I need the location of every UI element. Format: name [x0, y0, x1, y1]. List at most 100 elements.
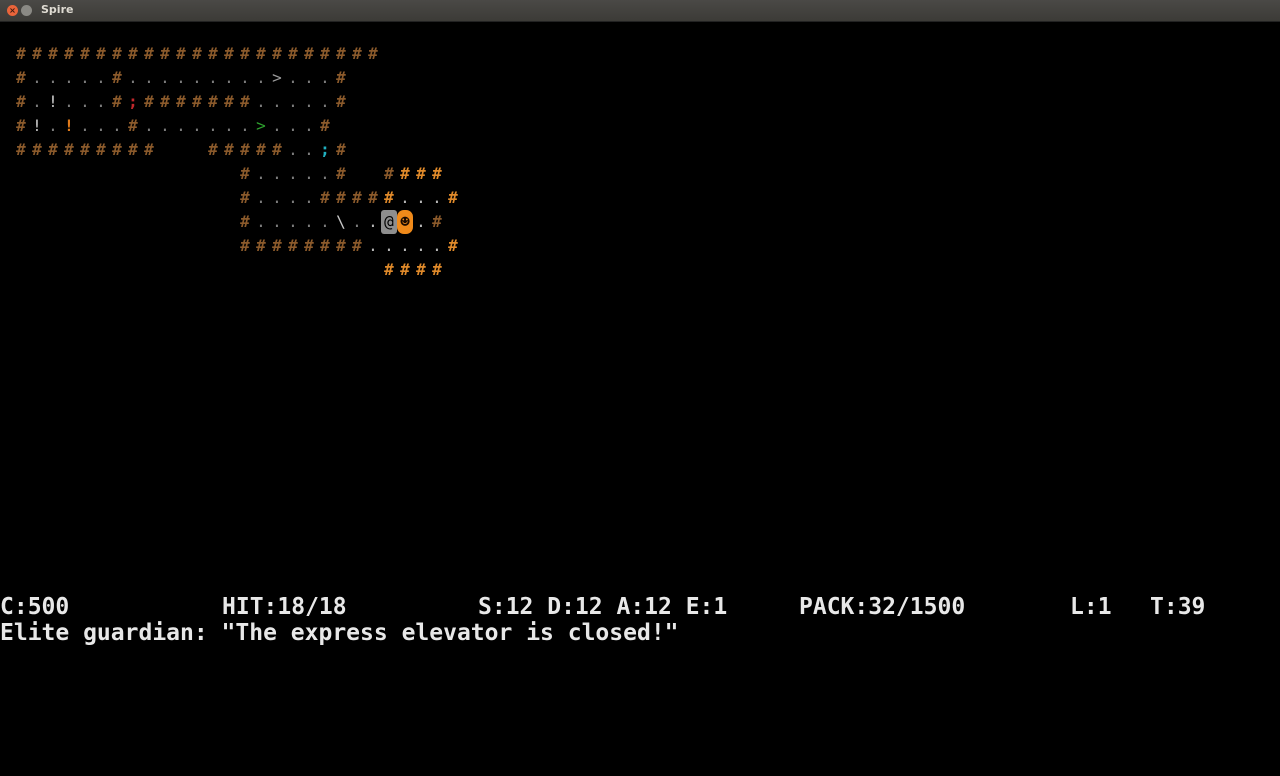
empty-tile	[445, 162, 461, 186]
level-readout: L:1	[1070, 594, 1112, 620]
empty-tile	[125, 258, 141, 282]
empty-tile	[45, 234, 61, 258]
empty-tile	[461, 90, 477, 114]
empty-tile	[189, 186, 205, 210]
floor-tile: .	[400, 188, 410, 207]
floor-tile: .	[80, 92, 90, 111]
wall-tile: #	[224, 44, 234, 63]
floor-tile: .	[256, 164, 266, 183]
empty-tile	[29, 210, 45, 234]
map-row: #.... # # # # #... #	[13, 186, 477, 210]
wall-tile: #	[384, 188, 394, 207]
wall-tile: #	[416, 164, 426, 183]
empty-tile	[77, 258, 93, 282]
empty-tile	[253, 258, 269, 282]
item-icon: ;	[128, 92, 138, 111]
floor-tile: .	[96, 92, 106, 111]
wall-tile: #	[336, 164, 346, 183]
empty-tile	[461, 234, 477, 258]
map-grid: # # # # # # # # # # # # # # # # # # # # # # # #..... #.........…	[13, 42, 477, 282]
floor-tile: .	[320, 212, 330, 231]
wall-tile: #	[144, 44, 154, 63]
empty-tile	[173, 162, 189, 186]
floor-tile: .	[80, 68, 90, 87]
empty-tile	[109, 186, 125, 210]
empty-tile	[445, 138, 461, 162]
wall-tile: #	[400, 164, 410, 183]
wall-tile: #	[288, 236, 298, 255]
floor-tile: .	[288, 212, 298, 231]
floor-tile: .	[32, 92, 42, 111]
floor-tile: .	[416, 212, 426, 231]
wall-tile: #	[224, 92, 234, 111]
floor-tile: .	[32, 68, 42, 87]
potion-icon: !	[32, 116, 42, 135]
wall-tile: #	[64, 44, 74, 63]
empty-tile	[397, 138, 413, 162]
wall-tile: #	[448, 236, 458, 255]
map-row: #.!... #; # # # # # # #..... #	[13, 90, 477, 114]
wall-tile: #	[400, 260, 410, 279]
wall-tile: #	[32, 44, 42, 63]
status-bar: C:500 HIT:18/18 S:12 D:12 A:12 E:1 PACK:…	[0, 594, 1280, 620]
floor-tile: .	[368, 236, 378, 255]
floor-tile: .	[304, 140, 314, 159]
empty-tile	[285, 258, 301, 282]
empty-tile	[349, 114, 365, 138]
player-icon: @	[381, 210, 397, 234]
floor-tile: .	[304, 116, 314, 135]
floor-tile: .	[48, 68, 58, 87]
empty-tile	[141, 234, 157, 258]
floor-tile: .	[192, 116, 202, 135]
floor-tile: .	[304, 212, 314, 231]
floor-tile: .	[128, 68, 138, 87]
minimize-window-button[interactable]	[21, 5, 32, 16]
wall-tile: #	[336, 92, 346, 111]
empty-tile	[157, 234, 173, 258]
empty-tile	[365, 258, 381, 282]
wall-tile: #	[240, 188, 250, 207]
wall-tile: #	[112, 140, 122, 159]
empty-tile	[77, 210, 93, 234]
empty-tile	[189, 234, 205, 258]
window-titlebar: × Spire	[0, 0, 1280, 22]
wall-tile: #	[208, 44, 218, 63]
wall-tile: #	[128, 116, 138, 135]
empty-tile	[205, 258, 221, 282]
empty-tile	[13, 234, 29, 258]
floor-tile: .	[96, 116, 106, 135]
empty-tile	[125, 186, 141, 210]
empty-tile	[205, 234, 221, 258]
floor-tile: .	[160, 68, 170, 87]
map-row: #!.!... #....... >... #	[13, 114, 477, 138]
wall-tile: #	[240, 236, 250, 255]
empty-tile	[61, 186, 77, 210]
stairs-down-icon: >	[256, 116, 266, 135]
close-window-button[interactable]: ×	[7, 5, 18, 16]
empty-tile	[93, 186, 109, 210]
wall-tile: #	[336, 68, 346, 87]
floor-tile: .	[256, 188, 266, 207]
wall-tile: #	[320, 44, 330, 63]
floor-tile: .	[272, 164, 282, 183]
empty-tile	[397, 90, 413, 114]
floor-tile: .	[176, 68, 186, 87]
wall-tile: #	[272, 44, 282, 63]
empty-tile	[173, 234, 189, 258]
empty-tile	[13, 258, 29, 282]
weapon-icon: \	[336, 212, 346, 231]
map-row: #..... #......... >... #	[13, 66, 477, 90]
empty-tile	[461, 186, 477, 210]
floor-tile: .	[112, 116, 122, 135]
wall-tile: #	[80, 44, 90, 63]
floor-tile: .	[272, 188, 282, 207]
empty-tile	[157, 186, 173, 210]
wall-tile: #	[16, 116, 26, 135]
empty-tile	[45, 258, 61, 282]
empty-tile	[221, 258, 237, 282]
wall-tile: #	[336, 236, 346, 255]
floor-tile: .	[288, 116, 298, 135]
empty-tile	[221, 210, 237, 234]
wall-tile: #	[368, 188, 378, 207]
wall-tile: #	[16, 44, 26, 63]
